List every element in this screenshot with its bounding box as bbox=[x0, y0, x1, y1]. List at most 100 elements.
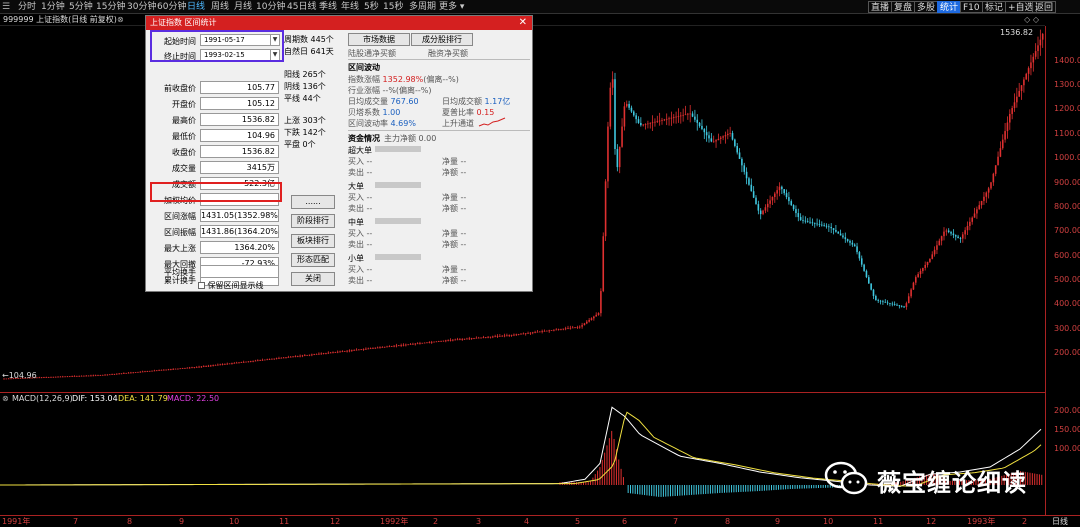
candle-body bbox=[492, 336, 494, 338]
candle-body bbox=[658, 120, 661, 122]
period-tab-selected[interactable]: 日线 bbox=[187, 0, 205, 14]
candle-body bbox=[188, 367, 191, 369]
candle-body bbox=[402, 344, 405, 346]
candle-body bbox=[835, 229, 837, 232]
yin-count: 阴线 136个 bbox=[284, 82, 326, 91]
sector-ranking-button[interactable]: 板块排行 bbox=[291, 234, 335, 248]
period-tab[interactable]: 季线 bbox=[319, 0, 337, 14]
candle-body bbox=[569, 327, 572, 329]
end-date-picker[interactable]: 1993-02-15 ▼ bbox=[200, 49, 280, 61]
y-tick-label: 1100.00 bbox=[1054, 129, 1080, 138]
candle-body bbox=[823, 225, 825, 227]
candle-body bbox=[85, 375, 88, 377]
period-tab[interactable]: 多周期 bbox=[409, 0, 436, 14]
candle-body bbox=[83, 375, 85, 377]
candle-body bbox=[459, 339, 461, 340]
amount-field: 522.3亿 bbox=[200, 177, 279, 190]
tab-constituent-ranking[interactable]: 成分股排行 bbox=[411, 33, 473, 46]
period-tab[interactable]: 周线 bbox=[211, 0, 229, 14]
group-net-amount: 净额 -- bbox=[442, 276, 467, 285]
candle-body bbox=[656, 121, 659, 122]
candle-body bbox=[978, 205, 981, 210]
close-button[interactable]: 关闭 bbox=[291, 272, 335, 286]
more-options-button[interactable]: ...... bbox=[291, 195, 335, 209]
mark-button[interactable]: 标记 bbox=[982, 1, 1007, 13]
low-field: 104.96 bbox=[200, 129, 279, 142]
candle-body bbox=[108, 374, 111, 376]
candle-body bbox=[976, 209, 978, 214]
candle-body bbox=[703, 129, 706, 133]
candle-body bbox=[426, 342, 428, 344]
macd-tick-label: 200.00 bbox=[1054, 406, 1080, 415]
period-tab[interactable]: 30分钟 bbox=[127, 0, 156, 14]
tab-market-data[interactable]: 市场数据 bbox=[348, 33, 410, 46]
index-change-value: 1352.98% bbox=[382, 75, 424, 84]
close-icon[interactable]: ✕ bbox=[519, 16, 527, 30]
candle-body bbox=[682, 114, 684, 116]
period-tab[interactable]: 5秒 bbox=[364, 0, 379, 14]
candle-body bbox=[717, 138, 720, 141]
replay-button[interactable]: 复盘 bbox=[891, 1, 916, 13]
open-label: 开盘价 bbox=[172, 100, 196, 109]
candle-body bbox=[696, 119, 699, 123]
period-tab[interactable]: 5分钟 bbox=[69, 0, 93, 14]
period-tab[interactable]: 分时 bbox=[18, 0, 36, 14]
period-tab[interactable]: 45日线 bbox=[287, 0, 316, 14]
candle-body bbox=[534, 332, 536, 333]
period-tab[interactable]: 60分钟 bbox=[157, 0, 186, 14]
period-tab[interactable]: 15分钟 bbox=[96, 0, 125, 14]
x-tick-label: 8 bbox=[127, 517, 133, 526]
group-buy: 买入 -- bbox=[348, 157, 373, 166]
close-icon[interactable]: ⊗ bbox=[117, 14, 124, 26]
candle-body bbox=[47, 377, 50, 378]
candle-body bbox=[762, 210, 764, 215]
candle-body bbox=[616, 149, 619, 168]
start-date-picker[interactable]: 1991-05-17 ▼ bbox=[200, 34, 280, 46]
candle-body bbox=[950, 232, 952, 234]
beta-label: 贝塔系数 bbox=[348, 108, 380, 117]
chevron-down-icon[interactable]: ▼ bbox=[270, 35, 279, 45]
candle-body bbox=[111, 374, 113, 375]
candle-body bbox=[289, 356, 292, 358]
keep-range-line-option[interactable]: 保留区间显示线 bbox=[198, 280, 264, 291]
candle-body bbox=[414, 343, 417, 345]
group-net-amount: 净额 -- bbox=[442, 240, 467, 249]
candle-body bbox=[311, 354, 313, 356]
pattern-match-button[interactable]: 形态匹配 bbox=[291, 253, 335, 267]
candle-body bbox=[633, 111, 635, 116]
candle-body bbox=[830, 226, 832, 229]
period-tab[interactable]: 15秒 bbox=[383, 0, 403, 14]
chevron-down-icon[interactable]: ▼ bbox=[270, 50, 279, 60]
period-tab[interactable]: 月线 bbox=[234, 0, 252, 14]
candle-body bbox=[134, 372, 137, 373]
multi-stock-button[interactable]: 多股 bbox=[914, 1, 939, 13]
candle-body bbox=[144, 371, 146, 373]
period-tab[interactable]: 年线 bbox=[341, 0, 359, 14]
candle-body bbox=[623, 106, 626, 127]
candle-body bbox=[125, 372, 127, 374]
back-button[interactable]: 返回 bbox=[1032, 1, 1057, 13]
diamond-icons[interactable]: ◇ ◇ bbox=[1024, 14, 1039, 26]
candle-body bbox=[999, 148, 1002, 157]
candle-body bbox=[322, 353, 325, 355]
f10-button[interactable]: F10 bbox=[960, 1, 983, 13]
candle-body bbox=[66, 376, 69, 378]
toolbar-menu-icon[interactable]: ☰ bbox=[2, 0, 10, 14]
more-menu[interactable]: 更多 ▾ bbox=[439, 0, 464, 14]
candle-body bbox=[433, 341, 435, 343]
stage-ranking-button[interactable]: 阶段排行 bbox=[291, 214, 335, 228]
dialog-title: 上证指数 区间统计 bbox=[150, 18, 217, 27]
group-sell: 卖出 -- bbox=[348, 276, 373, 285]
candle-body bbox=[527, 332, 529, 334]
candle-body bbox=[428, 342, 431, 343]
period-tab[interactable]: 10分钟 bbox=[256, 0, 285, 14]
period-tab[interactable]: 1分钟 bbox=[41, 0, 65, 14]
dialog-titlebar[interactable]: 上证指数 区间统计 ✕ bbox=[146, 16, 532, 30]
live-button[interactable]: 直播 bbox=[868, 1, 893, 13]
keep-range-checkbox[interactable] bbox=[198, 282, 205, 289]
candle-body bbox=[863, 264, 865, 271]
statistics-button[interactable]: 统计 bbox=[937, 1, 962, 13]
avg-amount-value: 1.17亿 bbox=[484, 97, 511, 106]
candle-body bbox=[280, 357, 283, 359]
x-tick-label: 9 bbox=[775, 517, 781, 526]
